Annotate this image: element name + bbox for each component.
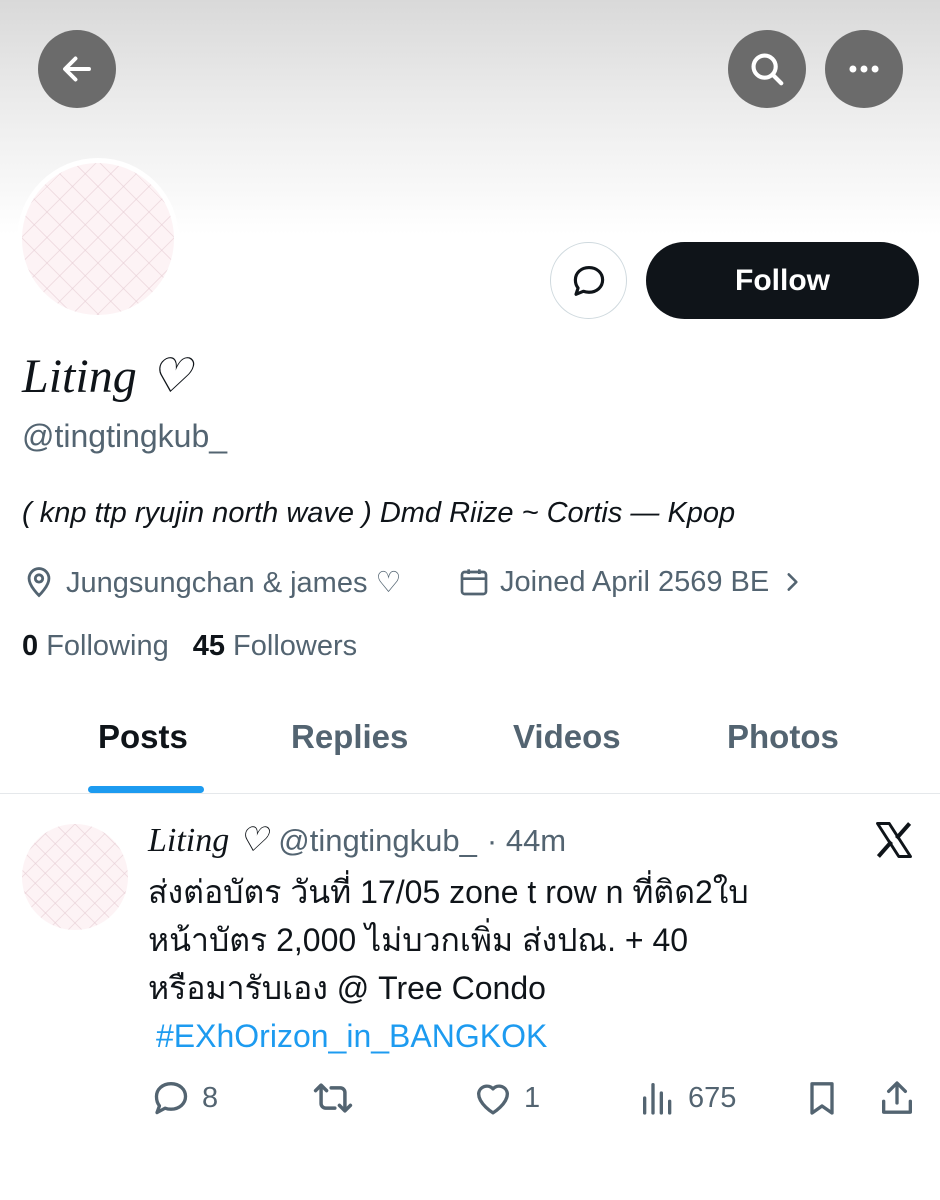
profile-location: Jungsungchan & james ♡	[22, 562, 402, 602]
x-logo-icon	[876, 822, 912, 858]
search-icon	[751, 53, 784, 86]
profile-bio: ( knp ttp ryujin north wave ) Dmd Riize …	[22, 497, 736, 529]
more-options-button[interactable]	[825, 30, 903, 108]
like-icon	[476, 1084, 510, 1115]
chevron-right-icon	[787, 573, 798, 591]
location-text: Jungsungchan & james ♡	[66, 566, 402, 599]
location-icon	[27, 567, 51, 598]
search-button[interactable]	[728, 30, 806, 108]
message-button[interactable]	[550, 242, 627, 319]
message-icon	[573, 265, 604, 296]
post-hashtag-link[interactable]: #EXhOrizon_in_BANGKOK	[156, 1012, 908, 1060]
user-handle: @tingtingkub_	[22, 418, 228, 454]
post-author-handle[interactable]: @tingtingkub_	[278, 823, 477, 859]
post-text-line: หรือมารับเอง @ Tree Condo	[148, 970, 546, 1006]
post-avatar[interactable]	[22, 824, 128, 930]
following-count[interactable]: 0 Following	[22, 630, 169, 663]
display-name: Liting ♡	[22, 350, 192, 403]
share-button[interactable]	[877, 1076, 917, 1120]
post-text-line: ส่งต่อบัตร วันที่ 17/05 zone t row n ที่…	[148, 874, 749, 910]
reply-button[interactable]: 8	[150, 1076, 218, 1120]
active-tab-indicator	[88, 786, 204, 793]
post-text-line: หน้าบัตร 2,000 ไม่บวกเพิ่ม ส่งปณ. + 40	[148, 922, 689, 958]
calendar-icon	[460, 569, 488, 596]
tab-replies[interactable]: Replies	[291, 718, 408, 756]
profile-joined[interactable]: Joined April 2569 BE	[458, 562, 805, 602]
post-header: Liting ♡ @tingtingkub_ · 44m	[148, 820, 566, 860]
views-icon	[643, 1083, 672, 1115]
divider	[0, 793, 940, 794]
views-count: 675	[688, 1081, 737, 1114]
post-timestamp[interactable]: · 44m	[487, 823, 566, 859]
followers-count[interactable]: 45 Followers	[193, 630, 357, 663]
reply-icon	[154, 1081, 188, 1115]
tab-photos[interactable]: Photos	[727, 718, 839, 756]
post-text: ส่งต่อบัตร วันที่ 17/05 zone t row n ที่…	[148, 868, 908, 1060]
more-icon	[849, 65, 879, 73]
repost-button[interactable]	[311, 1076, 365, 1120]
like-count: 1	[524, 1081, 541, 1114]
views-button[interactable]: 675	[638, 1076, 736, 1120]
bookmark-icon	[810, 1082, 834, 1115]
share-icon	[882, 1081, 912, 1114]
like-button[interactable]: 1	[472, 1076, 540, 1120]
profile-avatar[interactable]	[17, 158, 179, 320]
back-button[interactable]	[38, 30, 116, 108]
back-arrow-icon	[63, 56, 91, 82]
post-author-name[interactable]: Liting ♡	[148, 820, 268, 860]
follow-button[interactable]: Follow	[646, 242, 919, 319]
profile-stats: 0 Following 45 Followers	[22, 630, 357, 663]
tab-posts[interactable]: Posts	[98, 718, 188, 756]
tab-videos[interactable]: Videos	[513, 718, 621, 756]
reply-count: 8	[202, 1081, 219, 1114]
joined-text: Joined April 2569 BE	[500, 565, 770, 598]
repost-icon	[313, 1083, 353, 1113]
avatar-image	[22, 163, 174, 315]
bookmark-button[interactable]	[802, 1076, 842, 1120]
